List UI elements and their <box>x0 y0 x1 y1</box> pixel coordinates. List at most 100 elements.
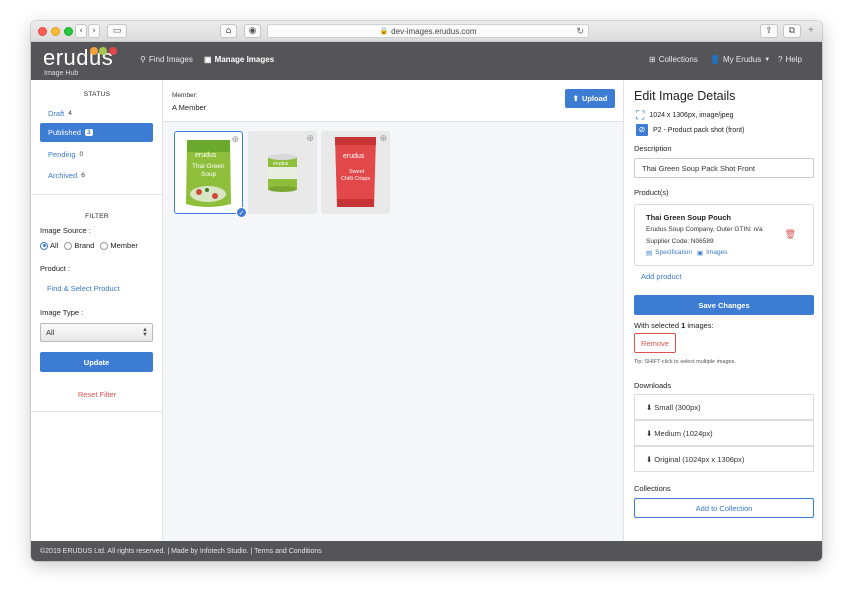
nav-collections[interactable]: ⊞ Collections <box>649 55 698 64</box>
product-links: ▤ Specification ▣ Images <box>646 249 728 257</box>
image-type: ⊘ P2 - Product pack shot (front) <box>636 124 744 136</box>
reset-filter-link[interactable]: Reset Filter <box>31 390 163 399</box>
radio-member[interactable] <box>100 241 109 250</box>
collections-label: Collections <box>634 484 671 493</box>
zoom-icon[interactable]: ⊕ <box>306 133 314 144</box>
lock-icon: 🔒 <box>379 28 389 35</box>
reload-icon[interactable]: ↻ <box>576 26 584 37</box>
browser-window: ‹ › ▭ ⌂ ◉ 🔒 dev-images.erudus.com ↻ ⇪ ⧉ … <box>31 21 822 561</box>
zoom-icon[interactable]: ⊕ <box>379 133 387 144</box>
collections-icon: ⊞ <box>649 55 656 64</box>
filter-title: FILTER <box>85 213 109 220</box>
add-product-link[interactable]: Add product <box>641 272 681 281</box>
download-small[interactable]: ⬇ Small (300px) <box>634 394 814 420</box>
description-label: Description <box>634 144 672 153</box>
radio-brand[interactable] <box>64 241 73 250</box>
trash-icon[interactable]: 🗑 <box>785 229 796 240</box>
back-icon[interactable]: ‹ <box>75 24 87 38</box>
forward-icon[interactable]: › <box>88 24 100 38</box>
caret-down-icon: ▼ <box>764 56 771 63</box>
image-dimensions: ⛶ 1024 x 1306px, image/jpeg <box>636 108 734 122</box>
thumb-brand: erudus <box>273 161 289 167</box>
image-type-label: Image Type : <box>40 308 84 317</box>
image-thumb[interactable]: erudus ⊕ <box>248 131 317 214</box>
panel-title: Edit Image Details <box>634 89 736 103</box>
close-window-button[interactable] <box>38 27 47 36</box>
images-icon: ▣ <box>204 55 212 64</box>
status-archived[interactable]: Archived 6 <box>40 166 153 185</box>
image-grid-area: Member: A Member ⬆ Upload erudus Thai Gr… <box>163 80 623 541</box>
user-icon: 👤 <box>710 55 720 64</box>
select-arrows-icon: ▲ ▼ <box>142 327 148 338</box>
file-icon: ▤ <box>646 250 653 257</box>
product-label: Product : <box>40 264 71 273</box>
thumb-brand: erudus <box>195 152 217 159</box>
divider <box>31 194 163 195</box>
tip-text: Tip: SHIFT-click to select multiple imag… <box>634 359 736 365</box>
tabs-icon[interactable]: ⧉ <box>783 24 801 38</box>
footer: ©2019 ERUDUS Ltd. All rights reserved. |… <box>31 541 822 561</box>
browser-toolbar: ‹ › ▭ ⌂ ◉ 🔒 dev-images.erudus.com ↻ ⇪ ⧉ … <box>31 21 822 42</box>
image-source-label: Image Source : <box>40 226 91 235</box>
logo-subtitle: Image Hub <box>44 70 79 77</box>
status-published[interactable]: Published 3 <box>40 123 153 142</box>
image-type-icon: ⊘ <box>636 124 648 136</box>
member-label: Member: <box>172 92 198 99</box>
status-draft[interactable]: Draft 4 <box>40 104 153 123</box>
download-medium[interactable]: ⬇ Medium (1024px) <box>634 420 814 446</box>
url-text: dev-images.erudus.com <box>391 26 477 36</box>
image-thumb[interactable]: erudus Thai Green Soup ⊕ ✓ <box>174 131 247 218</box>
share-icon[interactable]: ⇪ <box>760 24 778 38</box>
save-changes-button[interactable]: Save Changes <box>634 295 814 315</box>
app-navbar: erudus Image Hub ⚲ Find Images ▣ Manage … <box>31 42 822 80</box>
nav-my-erudus[interactable]: 👤 My Erudus ▼ <box>710 55 770 64</box>
image-thumb[interactable]: erudus Sweet Chilli Crisps ⊕ <box>321 131 390 214</box>
thumb-text: Soup <box>201 171 217 178</box>
add-to-collection-button[interactable]: Add to Collection <box>634 498 814 518</box>
thumb-text: Sweet <box>349 169 365 175</box>
downloads-label: Downloads <box>634 381 672 390</box>
sidebar: STATUS Draft 4 Published 3 Pending 0 Arc… <box>31 80 163 541</box>
update-button[interactable]: Update <box>40 352 153 372</box>
zoom-window-button[interactable] <box>64 27 73 36</box>
images-icon: ▣ <box>697 250 704 257</box>
checkmark-icon: ✓ <box>236 207 247 218</box>
address-bar[interactable]: 🔒 dev-images.erudus.com ↻ <box>267 24 589 38</box>
radio-all[interactable] <box>40 241 48 250</box>
thumb-text: Chilli Crisps <box>341 176 371 182</box>
with-selected-text: With selected 1 images: <box>634 321 714 330</box>
download-icon: ⬇ <box>646 428 653 438</box>
minimize-window-button[interactable] <box>51 27 60 36</box>
nav-help[interactable]: ? Help <box>778 55 802 64</box>
image-source-radios: All Brand Member <box>40 241 138 250</box>
search-icon: ⚲ <box>140 55 146 64</box>
image-type-select[interactable]: All ▲ ▼ <box>40 323 153 342</box>
sidebar-toggle-icon[interactable]: ▭ <box>107 24 127 38</box>
remove-button[interactable]: Remove <box>634 333 676 353</box>
home-icon[interactable]: ⌂ <box>220 24 237 38</box>
upload-icon: ⬆ <box>572 94 579 103</box>
products-label: Product(s) <box>634 188 669 197</box>
images-link[interactable]: Images <box>706 249 727 257</box>
upload-button[interactable]: ⬆ Upload <box>565 89 615 108</box>
nav-manage-images[interactable]: ▣ Manage Images <box>204 55 274 64</box>
status-title: STATUS <box>83 91 111 98</box>
extension-icon[interactable]: ◉ <box>244 24 261 38</box>
main-area: STATUS Draft 4 Published 3 Pending 0 Arc… <box>31 80 822 541</box>
thumb-brand: erudus <box>343 153 365 160</box>
download-icon: ⬇ <box>646 454 653 464</box>
status-pending[interactable]: Pending 0 <box>40 145 153 164</box>
new-tab-icon[interactable]: + <box>808 25 814 36</box>
expand-icon: ⛶ <box>636 108 645 122</box>
help-icon: ? <box>778 55 783 64</box>
find-product-link[interactable]: Find & Select Product <box>47 284 120 293</box>
member-value: A Member <box>172 103 207 112</box>
product-name: Thai Green Soup Pouch <box>646 213 732 222</box>
nav-find-images[interactable]: ⚲ Find Images <box>140 55 193 64</box>
description-input[interactable]: Thai Green Soup Pack Shot Front <box>634 158 814 178</box>
zoom-icon[interactable]: ⊕ <box>231 134 239 145</box>
specification-link[interactable]: Specification <box>655 249 692 257</box>
download-original[interactable]: ⬇ Original (1024px x 1306px) <box>634 446 814 472</box>
center-header: Member: A Member ⬆ Upload <box>163 80 623 122</box>
thumb-text: Thai Green <box>192 163 225 170</box>
